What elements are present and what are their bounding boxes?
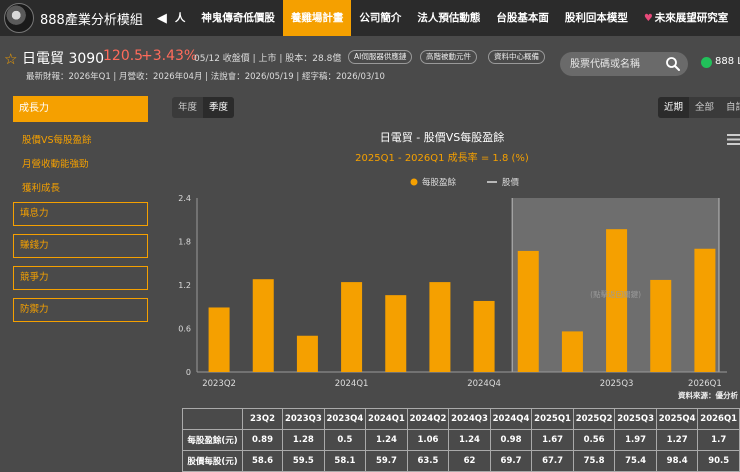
table-cell: 0.56	[572, 429, 616, 451]
x-tick-label: 2024Q4	[467, 379, 501, 389]
data-source: 資料來源：優分析	[678, 390, 738, 400]
y-tick-label: 2.4	[178, 194, 191, 203]
legend-eps-label[interactable]: 每股盈餘	[422, 177, 457, 188]
eps-bar[interactable]	[517, 250, 539, 372]
table-column-header: 2024Q4	[489, 408, 533, 430]
table-cell: 1.27	[655, 429, 699, 451]
table-row: 每股盈餘(元) 0.89 1.28 0.5 1.24 1.06 1.24 0.98 1.67 0…	[182, 429, 740, 451]
eps-bar[interactable]	[208, 307, 230, 372]
table-header-row: 23Q2 2023Q3 2023Q4 2024Q1 2024Q2 2024Q3 2024Q4…	[182, 408, 740, 430]
table-column-header: 2026Q1	[697, 408, 740, 430]
table-cell: 67.7	[531, 450, 574, 472]
table-row-label: 股價每股(元)	[182, 450, 243, 472]
table-column-header: 2024Q1	[365, 408, 408, 430]
x-tick-label: 2026Q1	[688, 379, 722, 389]
x-tick-label: 2025Q3	[600, 379, 634, 389]
eps-bar[interactable]	[650, 279, 672, 372]
table-cell: 62	[448, 450, 491, 472]
table-cell: 58.6	[241, 450, 284, 472]
x-tick-label: 2024Q1	[335, 379, 369, 389]
table-column-header: 2024Q3	[448, 408, 491, 430]
table-cell: 59.7	[365, 450, 408, 472]
eps-bar[interactable]	[252, 279, 274, 372]
table-column-header: 2023Q4	[323, 408, 367, 430]
table-cell: 58.1	[323, 450, 367, 472]
table-cell: 69.7	[489, 450, 533, 472]
table-cell: 1.7	[697, 429, 740, 451]
table-column-header: 2025Q3	[614, 408, 657, 430]
table-cell: 0.89	[241, 429, 284, 451]
eps-bar[interactable]	[385, 295, 407, 372]
table-column-header: 23Q2	[241, 408, 284, 430]
table-cell: 98.4	[655, 450, 699, 472]
table-column-header: 2023Q3	[282, 408, 325, 430]
table-column-header: 2024Q2	[406, 408, 450, 430]
legend-price-label[interactable]: 股價	[502, 178, 520, 188]
table-cell: 1.97	[614, 429, 657, 451]
legend-eps-marker	[410, 178, 418, 186]
table-cell: 1.24	[448, 429, 491, 451]
table-cell: 90.5	[697, 450, 740, 472]
eps-price-chart: 0 0.6 1.2 1.8 2.4 2023Q2 2024Q1 2024Q4 2025Q3 202…	[178, 177, 738, 400]
table-column-header: 2025Q4	[655, 408, 699, 430]
table-cell: 0.98	[489, 429, 533, 451]
table-corner-cell	[182, 408, 243, 430]
highlight-hint: (點擊返回關鍵)	[590, 289, 641, 299]
eps-bar[interactable]	[296, 335, 318, 372]
y-tick-label: 1.2	[178, 281, 191, 290]
table-cell: 75.8	[572, 450, 616, 472]
table-row-label: 每股盈餘(元)	[182, 429, 243, 451]
y-tick-label: 0	[186, 368, 191, 377]
table-cell: 1.67	[531, 429, 574, 451]
x-tick-label: 2023Q2	[202, 379, 236, 389]
table-column-header: 2025Q1	[531, 408, 574, 430]
table-cell: 0.5	[323, 429, 367, 451]
eps-bar[interactable]	[473, 300, 495, 372]
y-tick-label: 0.6	[178, 325, 191, 334]
eps-bar[interactable]	[694, 248, 716, 372]
table-cell: 63.5	[406, 450, 450, 472]
eps-bar[interactable]	[561, 331, 583, 372]
eps-price-table: 23Q2 2023Q3 2023Q4 2024Q1 2024Q2 2024Q3 2024Q4…	[182, 408, 740, 472]
table-cell: 1.24	[365, 429, 408, 451]
eps-bar[interactable]	[341, 282, 363, 372]
eps-bar[interactable]	[429, 282, 451, 372]
table-cell: 59.5	[282, 450, 325, 472]
table-cell: 1.28	[282, 429, 325, 451]
table-cell: 75.4	[614, 450, 657, 472]
y-tick-label: 1.8	[178, 238, 191, 247]
eps-bar[interactable]	[606, 229, 628, 372]
table-column-header: 2025Q2	[572, 408, 616, 430]
table-row: 股價每股(元) 58.6 59.5 58.1 59.7 63.5 62 69.7 67.7 75…	[182, 450, 740, 472]
table-cell: 1.06	[406, 429, 450, 451]
